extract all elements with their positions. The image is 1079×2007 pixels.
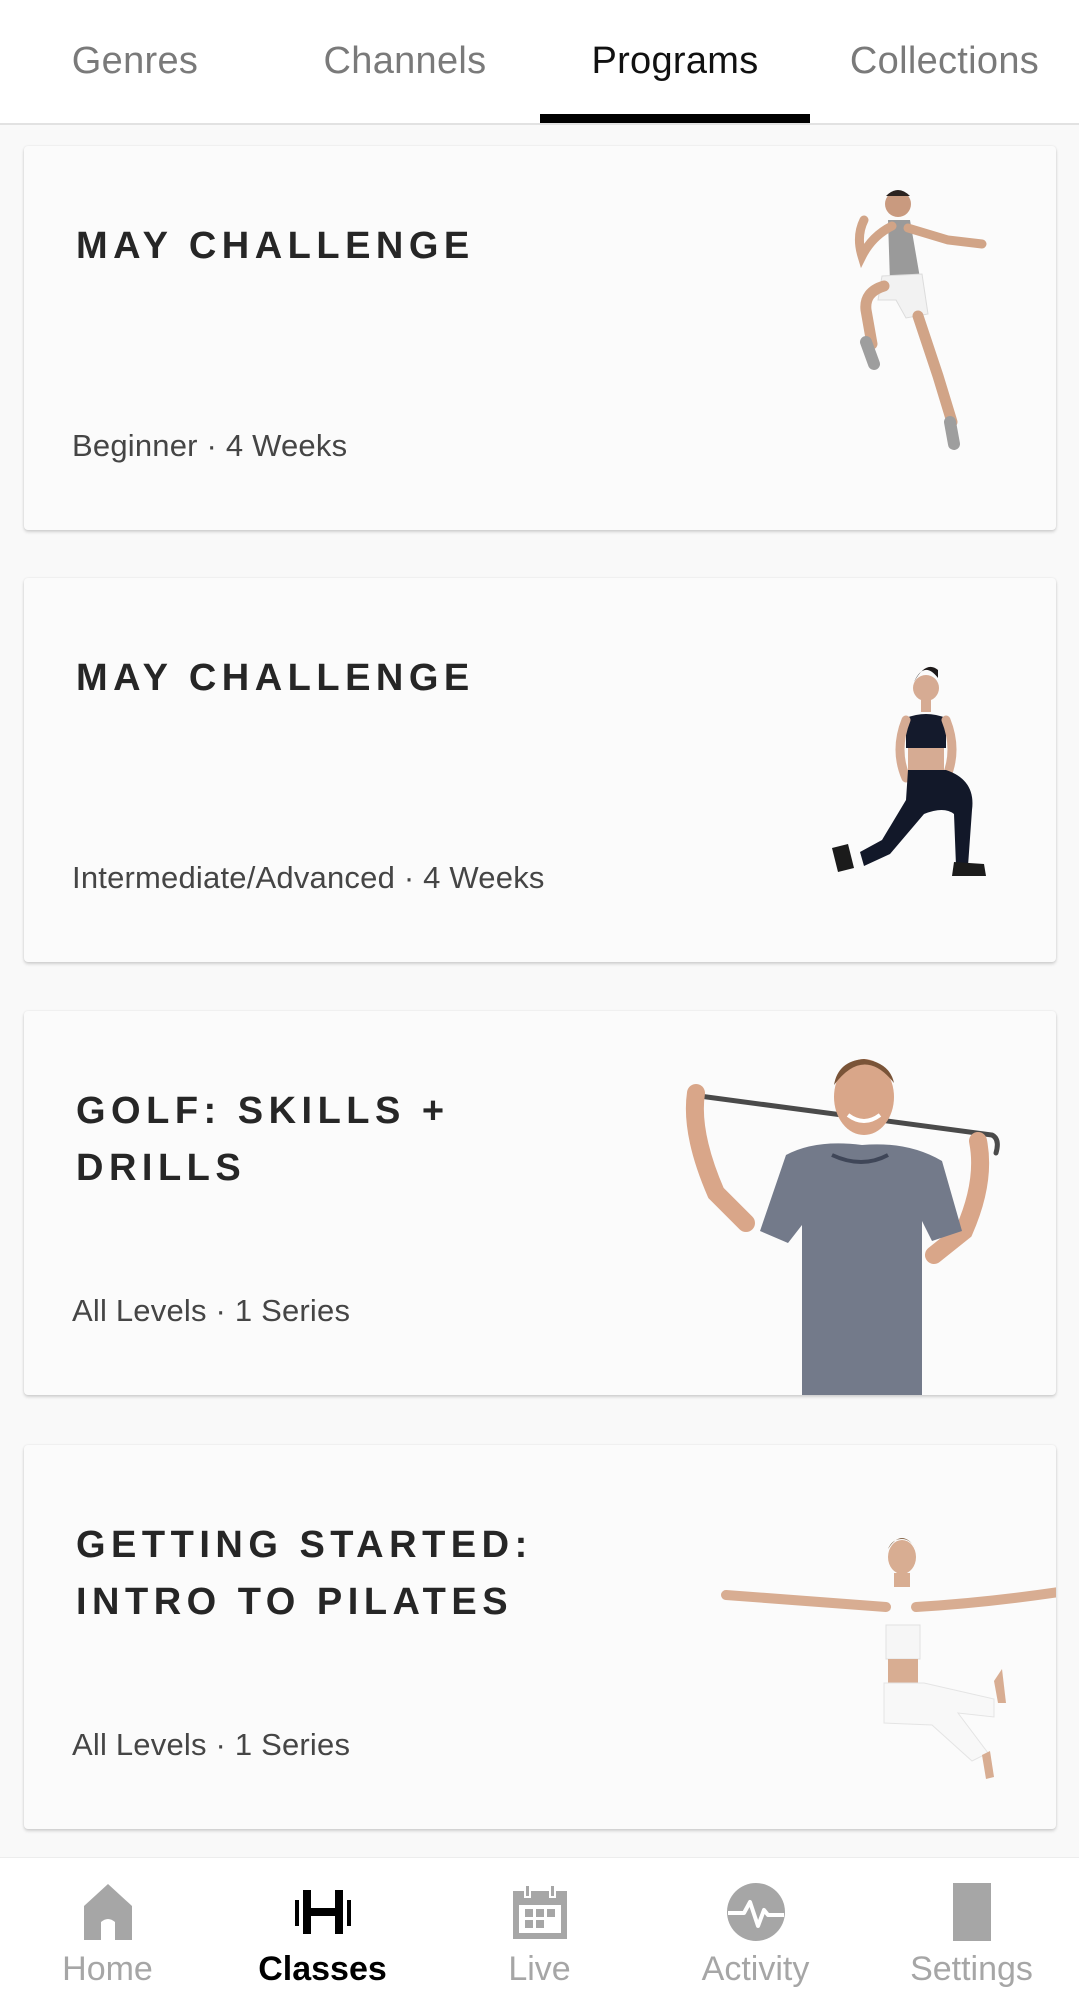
program-image — [636, 1011, 1056, 1395]
tab-genres[interactable]: Genres — [0, 0, 270, 123]
settings-icon — [940, 1880, 1004, 1944]
nav-live[interactable]: Live — [432, 1858, 647, 2007]
program-card[interactable]: GOLF: SKILLS + DRILLS All Levels · 1 Ser… — [24, 1011, 1056, 1395]
program-card[interactable]: MAY CHALLENGE Intermediate/Advanced · 4 … — [24, 578, 1056, 962]
pilates-illustration — [721, 1538, 1056, 1779]
calendar-icon — [508, 1880, 572, 1944]
tab-label: Channels — [323, 40, 487, 82]
nav-label: Settings — [910, 1950, 1033, 1988]
program-image — [636, 146, 1056, 530]
nav-activity[interactable]: Activity — [648, 1858, 863, 2007]
woman-lunge-illustration — [832, 666, 986, 876]
program-meta: All Levels · 1 Series — [72, 1727, 351, 1762]
program-title: GOLF: SKILLS + DRILLS — [76, 1090, 450, 1189]
tab-collections[interactable]: Collections — [810, 0, 1079, 123]
nav-label: Activity — [701, 1950, 810, 1988]
nav-classes[interactable]: Classes — [215, 1858, 430, 2007]
dumbbell-icon — [291, 1880, 355, 1944]
tab-active-indicator — [540, 114, 810, 123]
man-jumping-illustration — [854, 190, 987, 450]
program-meta: Intermediate/Advanced · 4 Weeks — [72, 860, 545, 895]
nav-label: Live — [508, 1950, 571, 1988]
golfer-illustration — [685, 1059, 1000, 1395]
nav-home[interactable]: Home — [0, 1858, 215, 2007]
program-image — [636, 578, 1056, 962]
program-card[interactable]: MAY CHALLENGE Beginner · 4 Weeks — [24, 146, 1056, 530]
tab-label: Programs — [591, 40, 759, 82]
tab-channels[interactable]: Channels — [270, 0, 540, 123]
program-list[interactable]: MAY CHALLENGE Beginner · 4 Weeks MAY CHA… — [0, 125, 1079, 1857]
program-title: MAY CHALLENGE — [76, 225, 475, 267]
tab-label: Collections — [849, 40, 1040, 82]
activity-pulse-icon — [724, 1880, 788, 1944]
program-meta: Beginner · 4 Weeks — [72, 428, 348, 463]
nav-label: Home — [62, 1950, 153, 1988]
program-title: MAY CHALLENGE — [76, 657, 475, 699]
home-icon — [76, 1880, 140, 1944]
nav-label: Classes — [258, 1950, 387, 1988]
program-title: GETTING STARTED: INTRO TO PILATES — [76, 1524, 533, 1623]
tab-label: Genres — [71, 40, 199, 82]
nav-settings[interactable]: Settings — [864, 1858, 1079, 2007]
program-card[interactable]: GETTING STARTED: INTRO TO PILATES All Le… — [24, 1445, 1056, 1829]
program-meta: All Levels · 1 Series — [72, 1293, 351, 1328]
category-tab-bar: Genres Channels Programs Collections — [0, 0, 1079, 125]
program-image — [636, 1445, 1056, 1829]
tab-programs[interactable]: Programs — [540, 0, 810, 123]
bottom-navigation: Home Classes Live Activity Settings — [0, 1857, 1079, 2007]
